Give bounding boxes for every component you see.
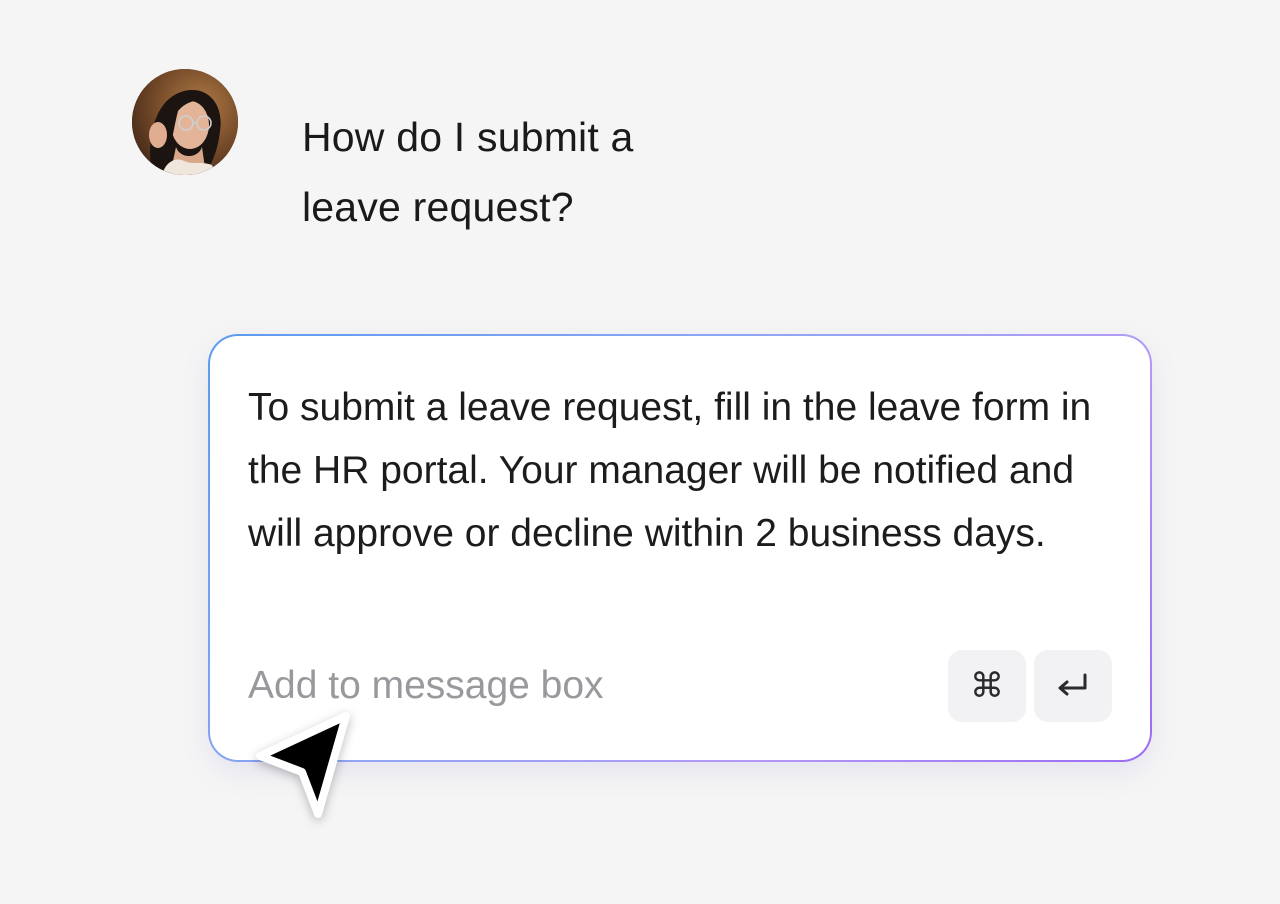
mouse-pointer-icon	[256, 712, 350, 818]
user-avatar-photo-icon	[132, 69, 238, 175]
user-message: How do I submit a leave request?	[302, 114, 634, 230]
command-key-button[interactable]: ⌘	[948, 650, 1026, 722]
enter-key-button[interactable]	[1034, 650, 1112, 722]
user-avatar	[132, 69, 238, 175]
enter-icon	[1058, 673, 1087, 696]
ai-reply-card-body: To submit a leave request, fill in the l…	[210, 336, 1150, 760]
ai-reply-text: To submit a leave request, fill in the l…	[248, 386, 1092, 555]
command-icon: ⌘	[970, 666, 1004, 706]
ai-reply-card: To submit a leave request, fill in the l…	[208, 334, 1152, 762]
